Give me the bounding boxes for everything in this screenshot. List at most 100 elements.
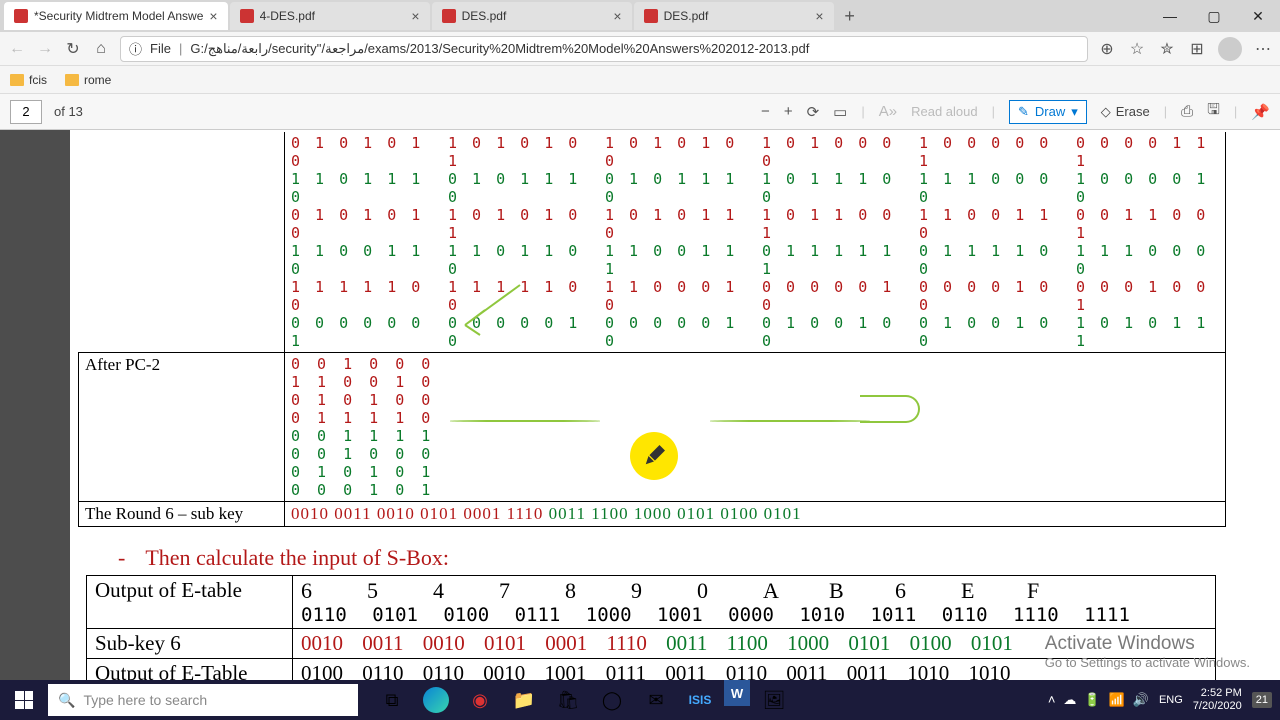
- round6-bits-green: 0011 1100 1000 0101 0100 0101: [549, 504, 802, 523]
- wifi-icon[interactable]: 📶: [1109, 692, 1125, 708]
- clock[interactable]: 2:52 PM 7/20/2020: [1193, 687, 1242, 713]
- mail-icon[interactable]: ✉: [636, 680, 676, 720]
- isis-icon[interactable]: ISIS: [680, 680, 720, 720]
- tab[interactable]: DES.pdf ×: [432, 2, 632, 30]
- task-view-icon[interactable]: ⧉: [372, 680, 412, 720]
- volume-icon[interactable]: 🔊: [1133, 692, 1149, 708]
- url-text: G:/رابعة/مناهج/security''/مراجعة/exams/2…: [190, 41, 1079, 57]
- tab-title: DES.pdf: [664, 9, 810, 23]
- erase-button[interactable]: ◇ Erase: [1101, 104, 1150, 120]
- back-icon[interactable]: ←: [8, 40, 26, 58]
- refresh-icon[interactable]: ↻: [64, 39, 82, 59]
- maximize-button[interactable]: ▢: [1192, 0, 1236, 32]
- store-icon[interactable]: 🛍: [548, 680, 588, 720]
- pdf-icon: [644, 9, 658, 23]
- favorite-icon[interactable]: ☆: [1128, 39, 1146, 59]
- bookmark-fcis[interactable]: fcis: [10, 73, 47, 87]
- word-icon[interactable]: W: [724, 680, 750, 706]
- chrome-icon[interactable]: ◯: [592, 680, 632, 720]
- etable-label: Output of E-table: [95, 578, 242, 602]
- save-icon[interactable]: 🖫: [1207, 99, 1220, 124]
- erase-icon: ◇: [1101, 104, 1111, 120]
- subkey6-label: Sub-key 6: [95, 631, 181, 655]
- address-bar: ← → ↻ ⌂ ⓘ File | G:/رابعة/مناهج/security…: [0, 32, 1280, 66]
- language-indicator[interactable]: ENG: [1159, 694, 1183, 706]
- print-icon[interactable]: ⎙: [1181, 103, 1193, 120]
- file-explorer-icon[interactable]: 📁: [504, 680, 544, 720]
- sbox-heading: -Then calculate the input of S-Box:: [118, 545, 1272, 571]
- edge-icon[interactable]: [416, 680, 456, 720]
- url-input[interactable]: ⓘ File | G:/رابعة/مناهج/security''/مراجع…: [120, 36, 1088, 62]
- toolbar-right: ⊕ ☆ ✮ ⊞ ⋯: [1098, 37, 1272, 61]
- green-arrow-annotation: [450, 280, 530, 340]
- photos-icon[interactable]: 🖼: [754, 680, 794, 720]
- search-icon: 🔍: [58, 692, 75, 709]
- tab[interactable]: DES.pdf ×: [634, 2, 834, 30]
- start-button[interactable]: [0, 680, 48, 720]
- close-icon[interactable]: ×: [209, 8, 217, 24]
- fit-page-icon[interactable]: ▭: [833, 103, 847, 121]
- profile-avatar[interactable]: [1218, 37, 1242, 61]
- page-total: of 13: [54, 104, 83, 119]
- draw-button[interactable]: ✎ Draw ▾: [1009, 100, 1087, 124]
- pdf-page: 0 1 0 1 0 1 01 1 0 1 1 1 00 1 0 1 0 1 01…: [70, 130, 1280, 680]
- notifications-icon[interactable]: 21: [1252, 692, 1272, 708]
- pc2-bits: 0 0 1 0 0 01 1 0 0 1 00 1 0 1 0 00 1 1 1…: [291, 355, 1219, 499]
- read-aloud-icon[interactable]: A»: [879, 103, 897, 120]
- pin-icon[interactable]: 📌: [1251, 103, 1270, 121]
- taskbar-search[interactable]: 🔍 Type here to search: [48, 684, 358, 716]
- pdf-viewport[interactable]: 0 1 0 1 0 1 01 1 0 1 1 1 00 1 0 1 0 1 01…: [0, 130, 1280, 680]
- round6-bits-red: 0010 0011 0010 0101 0001 1110: [291, 504, 543, 523]
- page-number-input[interactable]: [10, 100, 42, 124]
- browser-tab-bar: *Security Midtrem Model Answe × 4-DES.pd…: [0, 0, 1280, 32]
- tab-title: 4-DES.pdf: [260, 9, 406, 23]
- close-icon[interactable]: ×: [613, 8, 621, 24]
- subkey6-green: 0011 1100 1000 0101 0100 0101: [666, 631, 1013, 655]
- subkey6-red: 0010 0011 0010 0101 0001 1110: [301, 631, 647, 655]
- etable-bits: 0110 0101 0100 0111 1000 1001 0000 1010 …: [301, 604, 1207, 626]
- zoom-in-icon[interactable]: +: [784, 103, 793, 120]
- windows-icon: [15, 691, 33, 709]
- erase-label: Erase: [1116, 104, 1150, 119]
- info-icon: ⓘ: [129, 39, 142, 58]
- bookmark-rome[interactable]: rome: [65, 73, 111, 87]
- forward-icon[interactable]: →: [36, 40, 54, 58]
- draw-cursor-icon: [630, 432, 678, 480]
- folder-icon: [65, 74, 79, 86]
- close-button[interactable]: ✕: [1236, 0, 1280, 32]
- green-bracket: [860, 395, 920, 423]
- app-icon[interactable]: ◉: [460, 680, 500, 720]
- home-icon[interactable]: ⌂: [92, 40, 110, 58]
- close-icon[interactable]: ×: [411, 8, 419, 24]
- bookmarks-bar: fcis rome: [0, 66, 1280, 94]
- tab-active[interactable]: *Security Midtrem Model Answe ×: [4, 2, 228, 30]
- onedrive-icon[interactable]: ☁: [1063, 692, 1076, 708]
- zoom-icon[interactable]: ⊕: [1098, 39, 1116, 59]
- etable-hex-labels: 6547890AB6EF: [301, 578, 1207, 604]
- green-underline: [710, 420, 870, 422]
- draw-label: Draw: [1035, 104, 1065, 119]
- minimize-button[interactable]: —: [1148, 0, 1192, 32]
- chevron-down-icon: ▾: [1071, 104, 1078, 120]
- menu-icon[interactable]: ⋯: [1254, 39, 1272, 59]
- search-placeholder: Type here to search: [83, 692, 207, 708]
- read-aloud-label: Read aloud: [911, 104, 978, 119]
- tab-title: DES.pdf: [462, 9, 608, 23]
- url-scheme: File: [150, 41, 171, 56]
- pdf-toolbar: of 13 − + ⟳ ▭ | A» Read aloud | ✎ Draw ▾…: [0, 94, 1280, 130]
- collections-icon[interactable]: ⊞: [1188, 39, 1206, 59]
- tab[interactable]: 4-DES.pdf ×: [230, 2, 430, 30]
- pdf-icon: [240, 9, 254, 23]
- rotate-icon[interactable]: ⟳: [807, 103, 820, 121]
- tab-title: *Security Midtrem Model Answe: [34, 9, 203, 23]
- taskbar-apps: ⧉ ◉ 📁 🛍 ◯ ✉ ISIS W 🖼: [372, 680, 794, 720]
- new-tab-button[interactable]: +: [836, 6, 864, 27]
- taskbar: 🔍 Type here to search ⧉ ◉ 📁 🛍 ◯ ✉ ISIS W…: [0, 680, 1280, 720]
- bookmark-label: fcis: [29, 73, 47, 87]
- close-icon[interactable]: ×: [815, 8, 823, 24]
- favorites-bar-icon[interactable]: ✮: [1158, 39, 1176, 59]
- battery-icon[interactable]: 🔋: [1084, 692, 1100, 708]
- zoom-out-icon[interactable]: −: [761, 103, 770, 120]
- tray-chevron-icon[interactable]: ˄: [1048, 692, 1056, 708]
- pdf-icon: [442, 9, 456, 23]
